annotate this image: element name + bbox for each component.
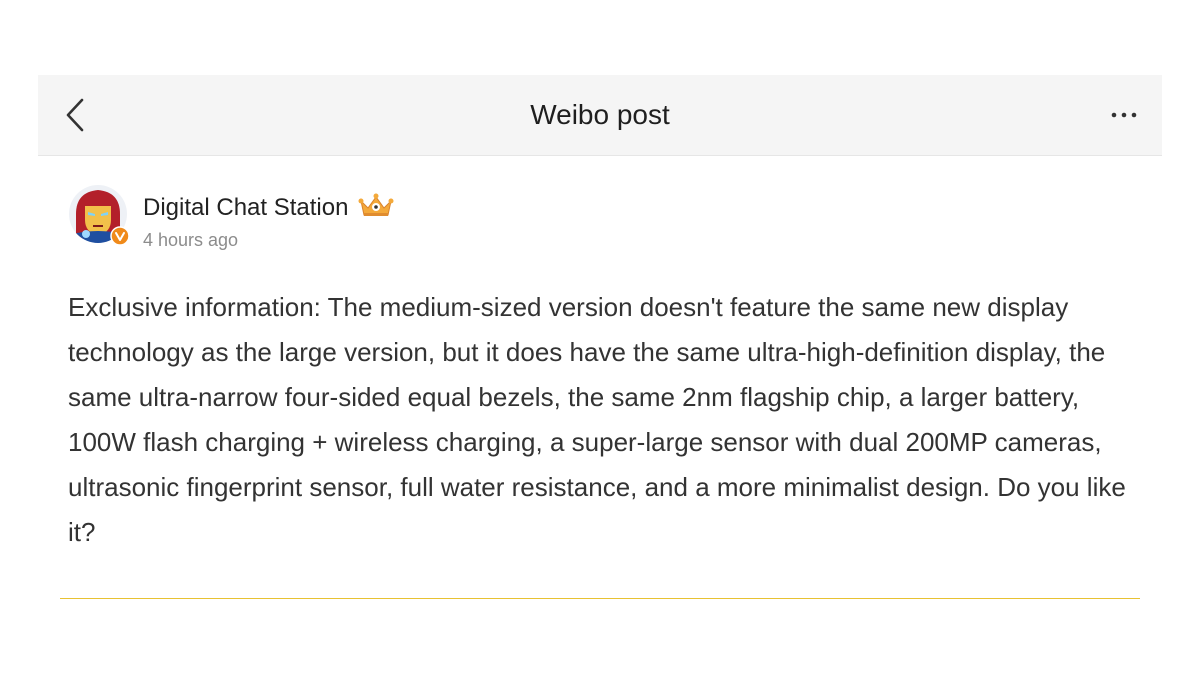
more-dots-icon	[1111, 112, 1137, 118]
navbar: Weibo post	[38, 75, 1162, 156]
post-text: Exclusive information: The medium-sized …	[68, 292, 1126, 547]
post-timestamp: 4 hours ago	[143, 230, 239, 250]
verified-v-icon	[110, 226, 130, 246]
author-avatar[interactable]	[68, 184, 130, 246]
divider	[60, 598, 1140, 599]
post-card: Weibo post Digital Chat Station 4 hours …	[38, 75, 1162, 600]
page-title: Weibo post	[530, 99, 670, 130]
author-name[interactable]: Digital Chat Station	[143, 191, 394, 223]
author-name-text[interactable]: Digital Chat Station	[143, 194, 348, 221]
more-options-button[interactable]	[1102, 97, 1146, 133]
crown-icon	[358, 193, 394, 216]
